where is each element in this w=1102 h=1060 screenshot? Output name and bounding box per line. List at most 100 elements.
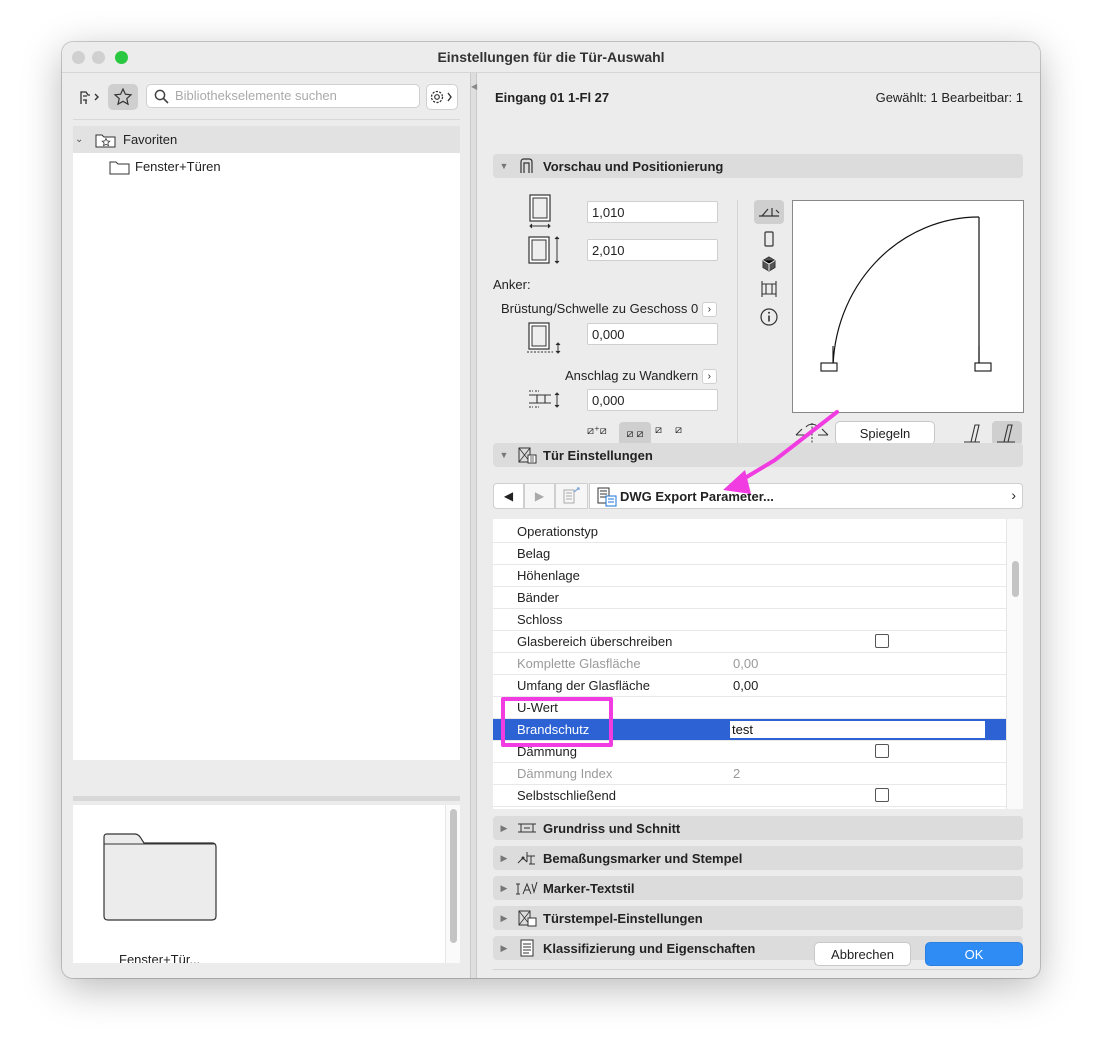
triangle-right-icon: ▶ bbox=[500, 882, 508, 893]
pane-divider[interactable]: ◀ bbox=[470, 73, 477, 978]
param-row[interactable]: Höhenlage bbox=[493, 565, 1006, 587]
param-name: Komplette Glasfläche bbox=[517, 656, 641, 671]
cube-3d-icon bbox=[762, 256, 776, 272]
library-root-icon bbox=[80, 91, 99, 104]
gear-icon bbox=[430, 90, 452, 104]
favorites-toggle-button[interactable] bbox=[108, 84, 138, 110]
triangle-right-icon: ▶ bbox=[500, 822, 508, 833]
door-width-field[interactable]: 1,010 bbox=[587, 201, 718, 223]
annotation-highlight-box bbox=[501, 697, 613, 747]
view-mode-elevation-button[interactable] bbox=[762, 231, 776, 250]
param-row[interactable]: Operationstyp bbox=[493, 521, 1006, 543]
door-elevation-icon bbox=[764, 231, 774, 247]
library-preview-area: Fenster+Tür... bbox=[73, 805, 445, 963]
section-title: Tür Einstellungen bbox=[543, 447, 653, 463]
section-door-stamp[interactable]: ▶ Türstempel-Einstellungen bbox=[493, 906, 1023, 930]
door-side-left-icon bbox=[964, 424, 980, 443]
triangle-right-icon: ▶ bbox=[500, 852, 508, 863]
anchor-option-4[interactable]: ⧄ bbox=[675, 424, 693, 444]
door-height-field[interactable]: 2,010 bbox=[587, 239, 718, 261]
param-row[interactable]: Bänder bbox=[493, 587, 1006, 609]
chevron-down-icon[interactable]: ⌄ bbox=[75, 134, 93, 145]
section-title: Klassifizierung und Eigenschaften bbox=[543, 940, 756, 956]
param-name: Selbstschließend bbox=[517, 788, 616, 803]
scrollbar-thumb[interactable] bbox=[1012, 561, 1019, 597]
param-row[interactable]: Belag bbox=[493, 543, 1006, 565]
section-marker-text-style[interactable]: ▶ Marker-Textstil bbox=[493, 876, 1023, 900]
section-floorplan-section[interactable]: ▶ Grundriss und Schnitt bbox=[493, 816, 1023, 840]
floorplan-view-icon bbox=[759, 208, 780, 217]
library-tree: ⌄ Favoriten Fenster+Türen bbox=[73, 126, 460, 760]
anchor-option-3[interactable]: ⧄ bbox=[655, 424, 673, 444]
library-pane: ⌄ Favoriten Fenster+Türen Fenster+Tür... bbox=[62, 73, 470, 978]
tree-item-label: Fenster+Türen bbox=[135, 159, 221, 174]
tree-item-fenster-tueren[interactable]: Fenster+Türen bbox=[73, 153, 460, 180]
param-checkbox[interactable] bbox=[875, 788, 889, 802]
toolbar-separator bbox=[73, 119, 460, 120]
large-folder-icon[interactable] bbox=[103, 833, 217, 921]
library-settings-button[interactable] bbox=[426, 84, 458, 110]
triangle-right-icon: ▶ bbox=[500, 942, 508, 953]
cancel-button[interactable]: Abbrechen bbox=[814, 942, 911, 966]
reveal-depth-icon bbox=[527, 387, 565, 416]
pane-splitter[interactable] bbox=[73, 796, 460, 801]
bruestung-label: Brüstung/Schwelle zu Geschoss 0 › bbox=[501, 301, 717, 318]
section-title: Marker-Textstil bbox=[543, 880, 635, 896]
view-mode-floorplan-button[interactable] bbox=[754, 200, 784, 224]
ok-button[interactable]: OK bbox=[925, 942, 1023, 966]
anchor-option-1[interactable]: ⧄⁺⧄ bbox=[587, 424, 613, 444]
forward-button[interactable]: ▶ bbox=[524, 483, 555, 509]
search-input[interactable] bbox=[175, 88, 415, 103]
footer-separator bbox=[493, 969, 1023, 970]
param-row[interactable]: Umfang der Glasfläche 0,00 bbox=[493, 675, 1006, 697]
param-checkbox[interactable] bbox=[875, 744, 889, 758]
param-name: Höhenlage bbox=[517, 568, 580, 583]
library-search[interactable] bbox=[146, 84, 420, 108]
param-row[interactable]: Dämmung Index 2 bbox=[493, 763, 1006, 785]
preview-scrollbar[interactable] bbox=[445, 805, 460, 963]
folder-icon bbox=[109, 161, 130, 174]
section-preview-positioning[interactable]: ▼ Vorschau und Positionierung bbox=[493, 154, 1023, 178]
door-opening-icon bbox=[515, 157, 539, 175]
door-settings-icon bbox=[515, 446, 539, 464]
bruestung-options-button[interactable]: › bbox=[701, 302, 717, 318]
library-root-button[interactable] bbox=[76, 84, 104, 110]
param-name: Glasbereich überschreiben bbox=[517, 634, 673, 649]
param-row[interactable]: Komplette Glasfläche 0,00 bbox=[493, 653, 1006, 675]
tree-item-label: Favoriten bbox=[123, 132, 178, 147]
section-dimension-markers[interactable]: ▶ Bemaßungsmarker und Stempel bbox=[493, 846, 1023, 870]
parameter-scrollbar[interactable] bbox=[1006, 519, 1023, 809]
floorplan-icon bbox=[515, 819, 539, 837]
param-value: 2 bbox=[733, 766, 741, 781]
section-view-icon bbox=[761, 281, 777, 297]
param-checkbox[interactable] bbox=[875, 634, 889, 648]
view-mode-section-button[interactable] bbox=[759, 280, 779, 301]
param-name: Dämmung Index bbox=[517, 766, 613, 781]
param-value-input[interactable]: test bbox=[730, 721, 985, 738]
param-name: Bänder bbox=[517, 590, 559, 605]
param-row[interactable]: Glasbereich überschreiben bbox=[493, 631, 1006, 653]
view-mode-3d-button[interactable] bbox=[761, 256, 777, 275]
param-row[interactable]: Schloss bbox=[493, 609, 1006, 631]
triangle-down-icon: ▼ bbox=[499, 450, 509, 460]
info-button[interactable] bbox=[760, 308, 778, 329]
scrollbar-thumb[interactable] bbox=[450, 809, 457, 943]
back-button[interactable]: ◀ bbox=[493, 483, 524, 509]
sill-height-field[interactable]: 0,000 bbox=[587, 323, 718, 345]
door-swing-drawing bbox=[820, 216, 992, 372]
param-row[interactable]: Selbstschließend bbox=[493, 785, 1006, 807]
section-title: Vorschau und Positionierung bbox=[543, 158, 724, 174]
param-name: Schloss bbox=[517, 612, 563, 627]
anschlag-options-button[interactable]: › bbox=[701, 369, 717, 385]
opening-side-left-button[interactable] bbox=[961, 421, 985, 445]
export-parameter-button[interactable] bbox=[555, 483, 588, 509]
annotation-arrow bbox=[723, 410, 839, 494]
element-name: Eingang 01 1-Fl 27 bbox=[495, 90, 610, 105]
param-value: 0,00 bbox=[733, 678, 759, 693]
tree-item-favoriten[interactable]: ⌄ Favoriten bbox=[73, 126, 460, 153]
reveal-depth-field[interactable]: 0,000 bbox=[587, 389, 718, 411]
door-stamp-icon bbox=[515, 909, 539, 927]
anschlag-label: Anschlag zu Wandkern › bbox=[565, 368, 717, 385]
mirror-button[interactable]: Spiegeln bbox=[835, 421, 935, 445]
opening-side-right-button[interactable] bbox=[992, 421, 1022, 445]
